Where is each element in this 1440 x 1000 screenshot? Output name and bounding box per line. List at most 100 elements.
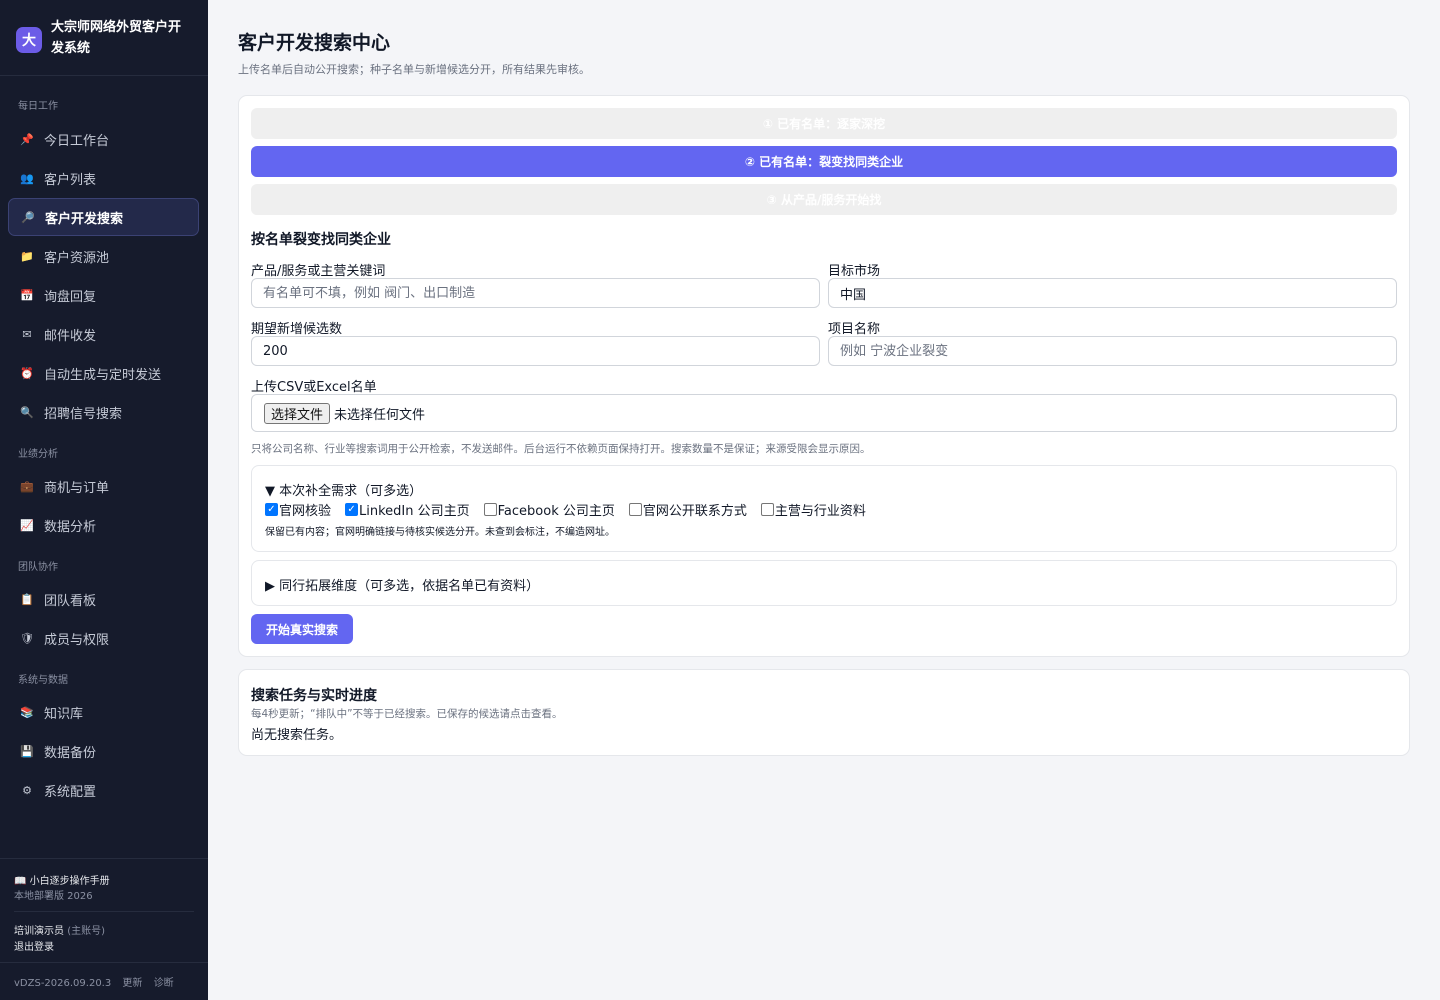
page-title: 客户开发搜索中心	[238, 32, 391, 54]
count-label: 期望新增候选数	[251, 322, 343, 337]
tasks-card: 搜索任务与实时进度 每4秒更新；“排队中”不等于已经搜索。已保存的候选请点击查看…	[238, 669, 1410, 756]
market-input[interactable]	[828, 278, 1397, 308]
nav-section-title: 团队协作	[18, 562, 58, 573]
tasks-title: 搜索任务与实时进度	[251, 688, 377, 704]
user-name: 培训演示员	[14, 926, 64, 937]
sidebar-item-label: 客户开发搜索	[45, 211, 124, 227]
sidebar-item[interactable]: 👥 客户列表	[8, 159, 199, 197]
form-section-title: 按名单裂变找同类企业	[251, 232, 391, 248]
expand-summary[interactable]: ▶ 同行拓展维度（可多选，依据名单已有资料）	[265, 575, 539, 594]
expand-options-panel: ▶ 同行拓展维度（可多选，依据名单已有资料）	[251, 560, 1397, 606]
clock-icon: ⏰	[20, 366, 34, 380]
sidebar-item[interactable]: 📈 数据分析	[8, 506, 199, 544]
tasks-note: 每4秒更新；“排队中”不等于已经搜索。已保存的候选请点击查看。	[251, 708, 563, 720]
nav-section-title: 每日工作	[18, 101, 58, 112]
upload-hint: 只将公司名称、行业等搜索词用于公开检索，不发送邮件。后台运行不依赖页面保持打开。…	[251, 443, 871, 455]
search-form-card: ① 已有名单：逐家深挖 ② 已有名单：裂变找同类企业 ③ 从产品/服务开始找 按名单…	[238, 95, 1410, 657]
keyword-input[interactable]	[251, 278, 820, 308]
enrich-options-panel: ▼ 本次补全需求（可多选） ✓ 官网核验 ✓ LinkedIn 公司主页 Faceboo…	[251, 465, 1397, 552]
magnifier-icon: 🔍	[20, 405, 34, 419]
sidebar-item[interactable]: 📅 询盘回复	[8, 276, 199, 314]
checkbox-empty-icon[interactable]	[760, 503, 774, 516]
sidebar-item-label: 团队看板	[44, 593, 97, 609]
upload-label: 上传CSV或Excel名单	[251, 380, 377, 395]
brand-name: 大宗师网络外贸客户开发系统	[51, 20, 182, 56]
users-icon: 👥	[20, 171, 34, 185]
sidebar-item[interactable]: 📚 知识库	[8, 693, 199, 731]
sidebar-item-label: 系统配置	[44, 784, 97, 800]
enrich-summary[interactable]: ▼ 本次补全需求（可多选）	[265, 480, 422, 499]
sidebar-item-label: 邮件收发	[44, 328, 97, 344]
update-link[interactable]: 更新	[122, 978, 142, 989]
sidebar-item-label: 招聘信号搜索	[44, 406, 123, 422]
sidebar-item-label: 客户资源池	[44, 250, 110, 266]
checkbox-empty-icon[interactable]	[483, 503, 497, 516]
mode-button[interactable]: ③ 从产品/服务开始找	[251, 184, 1397, 215]
market-label: 目标市场	[828, 264, 881, 279]
folder-icon: 📁	[20, 249, 34, 263]
diagnose-link[interactable]: 诊断	[154, 978, 174, 989]
sidebar-item-label: 数据分析	[44, 519, 97, 535]
count-input[interactable]	[251, 336, 820, 366]
edition-label: 本地部署版 2026	[14, 891, 93, 902]
enrich-checkbox-group: ✓ 官网核验 ✓ LinkedIn 公司主页 Facebook 公司主页 官网公开联系方式…	[265, 500, 880, 519]
books-icon: 📚	[20, 705, 34, 719]
checkbox-checked-icon[interactable]: ✓	[265, 503, 278, 516]
sidebar-item[interactable]: 🔍 招聘信号搜索	[8, 393, 199, 431]
mode-button[interactable]: ② 已有名单：裂变找同类企业	[251, 146, 1397, 177]
sidebar-item[interactable]: 📌 今日工作台	[8, 120, 199, 158]
nav-section-title: 系统与数据	[18, 675, 68, 686]
tasks-empty: 尚无搜索任务。	[251, 728, 343, 743]
manual-link[interactable]: 📖 小白逐步操作手册	[14, 872, 110, 887]
enrich-checkbox[interactable]: 官网公开联系方式	[628, 500, 747, 519]
search-icon: 🔎	[21, 210, 35, 224]
logout-link[interactable]: 退出登录	[14, 938, 54, 953]
sidebar-item[interactable]: 📁 客户资源池	[8, 237, 199, 275]
sidebar: 大 大宗师网络外贸客户开发系统 每日工作 📌 今日工作台 👥 客户列表 🔎 客户开发搜索 📁 客…	[0, 0, 208, 1000]
project-label: 项目名称	[828, 322, 881, 337]
sidebar-item[interactable]: 💾 数据备份	[8, 732, 199, 770]
sidebar-item[interactable]: ✉ 邮件收发	[8, 315, 199, 353]
version-label: vDZS-2026.09.20.3	[14, 978, 112, 989]
user-role: (主账号)	[67, 926, 105, 937]
sidebar-item[interactable]: 🔎 客户开发搜索	[8, 198, 199, 236]
brand-logo: 大	[16, 27, 42, 53]
nav-section-title: 业绩分析	[18, 449, 58, 460]
clipboard-icon: 📋	[20, 592, 34, 606]
checkbox-checked-icon[interactable]: ✓	[345, 503, 359, 516]
user-info: 培训演示员 (主账号)	[14, 922, 105, 937]
sidebar-item[interactable]: 🛡 成员与权限	[8, 619, 199, 657]
sidebar-item-label: 成员与权限	[44, 632, 110, 648]
enrich-checkbox[interactable]: Facebook 公司主页	[483, 500, 615, 519]
sidebar-item-label: 商机与订单	[44, 480, 110, 496]
sidebar-item[interactable]: ⚙ 系统配置	[8, 771, 199, 809]
project-input[interactable]	[828, 336, 1397, 366]
shield-icon: 🛡	[20, 631, 34, 645]
sidebar-divider	[0, 858, 208, 859]
disk-icon: 💾	[20, 744, 34, 758]
enrich-checkbox[interactable]: ✓ 官网核验	[265, 500, 331, 519]
checkbox-empty-icon[interactable]	[628, 503, 642, 516]
file-status: 未选择任何文件	[334, 407, 426, 423]
keyword-label: 产品/服务或主营关键词	[251, 264, 386, 279]
sidebar-item[interactable]: ⏰ 自动生成与定时发送	[8, 354, 199, 392]
version-row: vDZS-2026.09.20.3 更新 诊断	[14, 974, 174, 989]
mail-icon: ✉	[22, 327, 32, 341]
file-upload[interactable]: 选择文件 未选择任何文件	[251, 394, 1397, 432]
enrich-checkbox[interactable]: ✓ LinkedIn 公司主页	[345, 500, 470, 519]
choose-file-button[interactable]: 选择文件	[264, 402, 331, 424]
start-search-button[interactable]: 开始真实搜索	[251, 614, 354, 644]
sidebar-item[interactable]: 💼 商机与订单	[8, 467, 199, 505]
briefcase-icon: 💼	[20, 479, 34, 493]
sidebar-item-label: 客户列表	[44, 172, 97, 188]
sidebar-item[interactable]: 📋 团队看板	[8, 580, 199, 618]
pin-icon: 📌	[20, 132, 34, 146]
mode-button[interactable]: ① 已有名单：逐家深挖	[251, 108, 1397, 139]
enrich-checkbox-label: 官网公开联系方式	[642, 504, 747, 519]
brand: 大 大宗师网络外贸客户开发系统	[0, 0, 208, 76]
calendar-icon: 📅	[20, 288, 34, 302]
page-subtitle: 上传名单后自动公开搜索；种子名单与新增候选分开，所有结果先审核。	[238, 63, 590, 76]
chart-icon: 📈	[20, 518, 34, 532]
enrich-checkbox-label: LinkedIn 公司主页	[359, 504, 470, 519]
enrich-checkbox[interactable]: 主营与行业资料	[760, 500, 866, 519]
